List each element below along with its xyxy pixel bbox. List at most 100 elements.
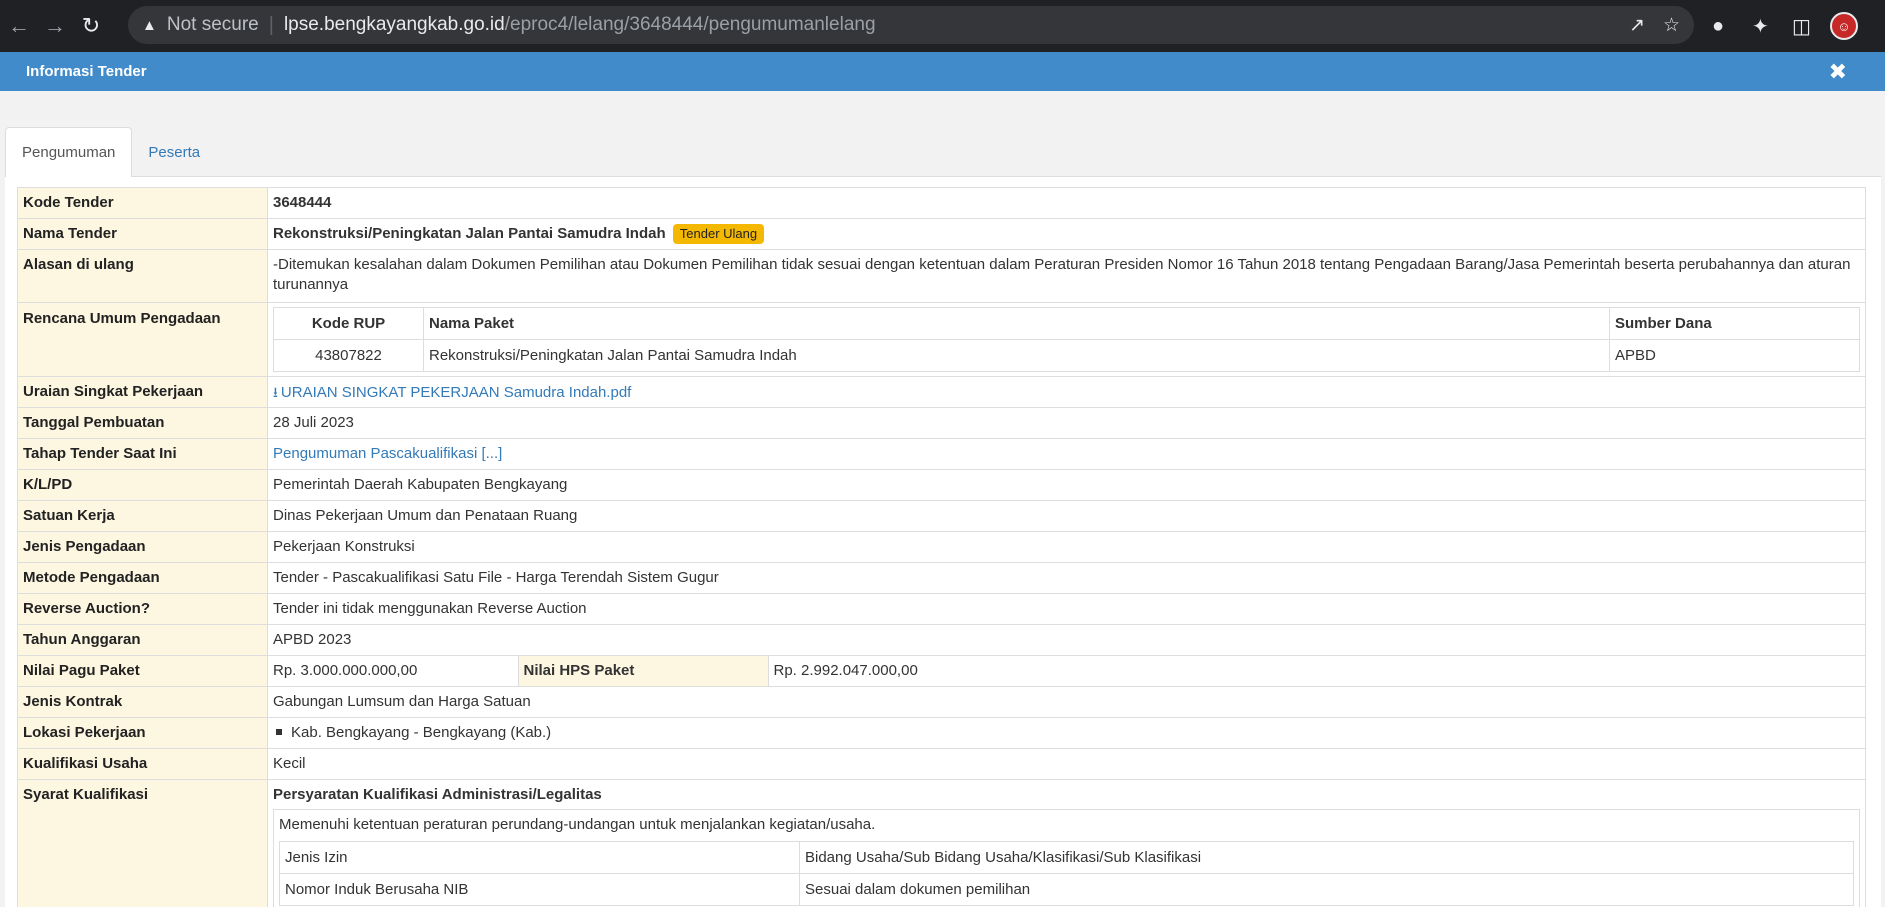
satker-value: Dinas Pekerjaan Umum dan Penataan Ruang — [267, 500, 1866, 532]
table-row: Nama Tender Rekonstruksi/Peningkatan Jal… — [17, 218, 1866, 250]
column-header: Nama Paket — [423, 307, 1610, 340]
tab-pengumuman[interactable]: Pengumuman — [5, 127, 133, 177]
extension-icon[interactable]: ● — [1712, 0, 1724, 52]
row-label: Syarat Kualifikasi — [17, 779, 268, 907]
row-label: Lokasi Pekerjaan — [17, 717, 268, 749]
table-header-row: Kode RUP Nama Paket Sumber Dana — [273, 307, 1860, 340]
row-label: Metode Pengadaan — [17, 562, 268, 594]
side-panel-icon[interactable]: ◫ — [1792, 0, 1811, 52]
table-row: Nomor Induk Berusaha NIB Sesuai dalam do… — [279, 873, 1854, 906]
row-label: Jenis Pengadaan — [17, 531, 268, 563]
klpd-value: Pemerintah Daerah Kabupaten Bengkayang — [267, 469, 1866, 501]
table-row: Kualifikasi Usaha Kecil — [17, 748, 1866, 780]
rup-fund-source: APBD — [1609, 339, 1860, 372]
table-row: Syarat Kualifikasi Persyaratan Kualifika… — [17, 779, 1866, 907]
puzzle-icon[interactable]: ✦ — [1752, 0, 1769, 52]
hps-label: Nilai HPS Paket — [518, 656, 769, 686]
table-row: Jenis Pengadaan Pekerjaan Konstruksi — [17, 531, 1866, 563]
izin-cell: Nomor Induk Berusaha NIB — [279, 873, 800, 906]
row-value-cell: Kode RUP Nama Paket Sumber Dana 43807822… — [267, 302, 1866, 377]
row-label: Tahun Anggaran — [17, 624, 268, 656]
warning-icon[interactable]: ▲ — [142, 17, 157, 34]
column-header: Kode RUP — [273, 307, 424, 340]
url-host[interactable]: lpse.bengkayangkab.go.id — [284, 14, 505, 36]
row-label: Jenis Kontrak — [17, 686, 268, 718]
rup-table: Kode RUP Nama Paket Sumber Dana 43807822… — [273, 307, 1860, 372]
bullet-icon — [276, 729, 282, 735]
row-value-cell: Pengumuman Pascakualifikasi [...] — [267, 438, 1866, 470]
izin-cell: Bidang Usaha/Sub Bidang Usaha/Klasifikas… — [799, 841, 1854, 874]
kualifikasi-value: Kecil — [267, 748, 1866, 780]
alasan-value: -Ditemukan kesalahan dalam Dokumen Pemil… — [267, 249, 1866, 303]
table-row: Kode Tender 3648444 — [17, 187, 1866, 219]
close-icon[interactable]: ✖ — [1829, 59, 1847, 85]
syarat-box: Memenuhi ketentuan peraturan perundang-u… — [273, 809, 1860, 907]
browser-toolbar: ← → ↻ ▲ Not secure | lpse.bengkayangkab.… — [0, 0, 1885, 52]
tab-peserta[interactable]: Peserta — [132, 127, 216, 177]
uraian-file-name[interactable]: URAIAN SINGKAT PEKERJAAN Samudra Indah.p… — [281, 384, 631, 401]
jenis-value: Pekerjaan Konstruksi — [267, 531, 1866, 563]
kode-tender-value: 3648444 — [273, 194, 332, 211]
table-row: Jenis Kontrak Gabungan Lumsum dan Harga … — [17, 686, 1866, 718]
table-row: Rencana Umum Pengadaan Kode RUP Nama Pak… — [17, 302, 1866, 377]
row-label: Tanggal Pembuatan — [17, 407, 268, 439]
omnibox-separator: | — [268, 13, 274, 36]
table-row: K/L/PD Pemerintah Daerah Kabupaten Bengk… — [17, 469, 1866, 501]
row-value-cell: Rp. 3.000.000.000,00 Nilai HPS Paket Rp.… — [267, 655, 1866, 687]
download-icon: ⭳ — [273, 384, 278, 400]
table-row: Tanggal Pembuatan 28 Juli 2023 — [17, 407, 1866, 439]
reverse-value: Tender ini tidak menggunakan Reverse Auc… — [267, 593, 1866, 625]
security-label[interactable]: Not secure — [167, 14, 259, 36]
profile-avatar-wrap[interactable]: ☺ — [1830, 0, 1858, 52]
row-value-cell: Kab. Bengkayang - Bengkayang (Kab.) — [267, 717, 1866, 749]
metode-value: Tender - Pascakualifikasi Satu File - Ha… — [267, 562, 1866, 594]
pagu-value: Rp. 3.000.000.000,00 — [268, 656, 519, 686]
reload-icon[interactable]: ↻ — [76, 11, 106, 41]
tahun-value: APBD 2023 — [267, 624, 1866, 656]
column-header: Sumber Dana — [1609, 307, 1860, 340]
tab-bar: Pengumuman Peserta — [5, 127, 216, 177]
izin-cell: Jenis Izin — [279, 841, 800, 874]
uraian-download-link[interactable]: ⭳ URAIAN SINGKAT PEKERJAAN Samudra Indah.… — [273, 384, 631, 401]
row-label: Kualifikasi Usaha — [17, 748, 268, 780]
table-row: Alasan di ulang -Ditemukan kesalahan dal… — [17, 249, 1866, 303]
row-label: Uraian Singkat Pekerjaan — [17, 376, 268, 408]
tahap-tender-link[interactable]: Pengumuman Pascakualifikasi [...] — [273, 445, 502, 462]
avatar[interactable]: ☺ — [1830, 12, 1858, 40]
table-row: Metode Pengadaan Tender - Pascakualifika… — [17, 562, 1866, 594]
bookmark-star-icon[interactable]: ☆ — [1663, 14, 1680, 37]
nama-tender-value: Rekonstruksi/Peningkatan Jalan Pantai Sa… — [273, 225, 666, 242]
row-label: Nama Tender — [17, 218, 268, 250]
row-value-cell: 3648444 — [267, 187, 1866, 219]
back-icon[interactable]: ← — [4, 11, 34, 41]
syarat-heading: Persyaratan Kualifikasi Administrasi/Leg… — [273, 786, 602, 803]
table-row: Uraian Singkat Pekerjaan ⭳ URAIAN SINGKAT… — [17, 376, 1866, 408]
forward-icon[interactable]: → — [40, 11, 70, 41]
row-label: Rencana Umum Pengadaan — [17, 302, 268, 377]
table-row: Jenis Izin Bidang Usaha/Sub Bidang Usaha… — [279, 841, 1854, 874]
tender-info-table: Kode Tender 3648444 Nama Tender Rekonstr… — [17, 187, 1866, 907]
row-value-cell: Persyaratan Kualifikasi Administrasi/Leg… — [267, 779, 1866, 907]
address-bar[interactable]: ▲ Not secure | lpse.bengkayangkab.go.id /… — [128, 6, 1694, 44]
table-row: Lokasi Pekerjaan Kab. Bengkayang - Bengk… — [17, 717, 1866, 749]
row-label: Nilai Pagu Paket — [17, 655, 268, 687]
row-label: Reverse Auction? — [17, 593, 268, 625]
modal-title: Informasi Tender — [26, 63, 147, 80]
share-icon[interactable]: ↗ — [1629, 14, 1645, 37]
status-badge: Tender Ulang — [672, 224, 765, 244]
table-row: 43807822 Rekonstruksi/Peningkatan Jalan … — [273, 339, 1860, 372]
row-value-cell: ⭳ URAIAN SINGKAT PEKERJAAN Samudra Indah.… — [267, 376, 1866, 408]
izin-table: Jenis Izin Bidang Usaha/Sub Bidang Usaha… — [279, 841, 1854, 906]
table-row: Tahap Tender Saat Ini Pengumuman Pascaku… — [17, 438, 1866, 470]
table-row: Nilai Pagu Paket Rp. 3.000.000.000,00 Ni… — [17, 655, 1866, 687]
tanggal-value: 28 Juli 2023 — [267, 407, 1866, 439]
row-label: K/L/PD — [17, 469, 268, 501]
izin-cell: Sesuai dalam dokumen pemilihan — [799, 873, 1854, 906]
hps-value: Rp. 2.992.047.000,00 — [773, 662, 918, 679]
row-label: Tahap Tender Saat Ini — [17, 438, 268, 470]
row-label: Alasan di ulang — [17, 249, 268, 303]
syarat-description: Memenuhi ketentuan peraturan perundang-u… — [279, 816, 876, 833]
rup-code: 43807822 — [273, 339, 424, 372]
modal-header: Informasi Tender ✖ — [0, 52, 1885, 91]
url-path[interactable]: /eproc4/lelang/3648444/pengumumanlelang — [505, 14, 876, 36]
